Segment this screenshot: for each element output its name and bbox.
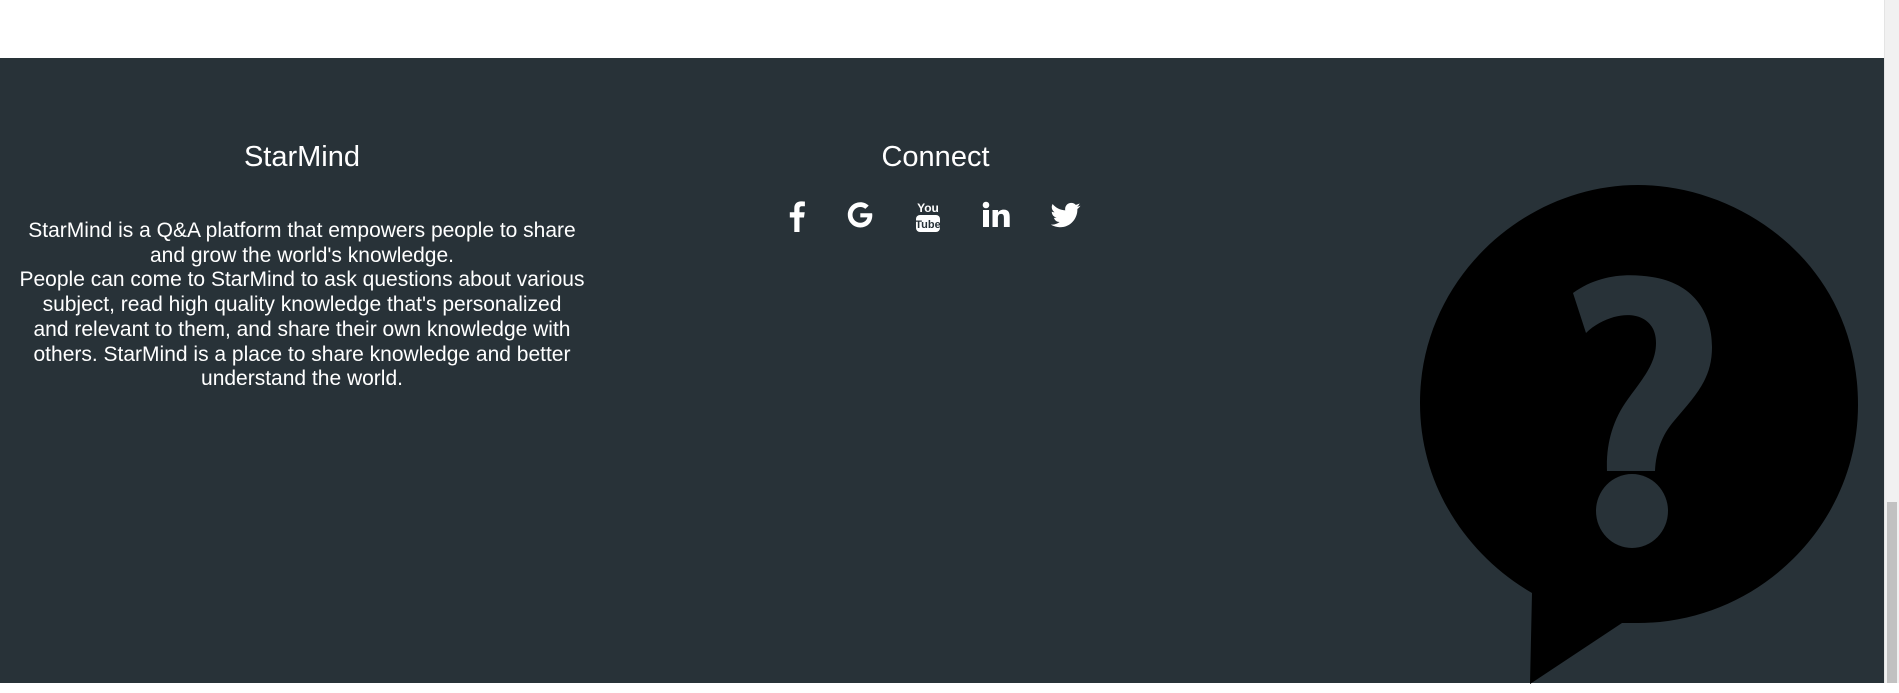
twitter-icon [1051,202,1081,228]
about-line: and relevant to them, and share their ow… [33,317,571,391]
about-section: StarMind StarMind is a Q&A platform that… [0,140,604,392]
google-link[interactable] [842,200,878,240]
svg-text:You: You [917,201,939,215]
google-icon [847,202,873,228]
facebook-link[interactable] [779,200,815,240]
youtube-link[interactable]: You Tube [910,200,946,240]
svg-text:Tube: Tube [915,219,940,231]
twitter-link[interactable] [1048,200,1084,240]
connect-section: Connect You Tube [778,140,1093,232]
scrollbar-thumb[interactable] [1887,502,1897,683]
social-links: You Tube [778,200,1093,240]
about-description: StarMind is a Q&A platform that empowers… [0,219,604,392]
question-bubble-icon [1418,183,1862,688]
about-line: StarMind is a Q&A platform that empowers… [28,219,576,267]
site-footer: StarMind StarMind is a Q&A platform that… [0,58,1884,684]
linkedin-link[interactable] [978,200,1014,240]
youtube-icon: You Tube [915,201,941,232]
linkedin-icon [982,201,1010,227]
facebook-icon [789,201,805,232]
connect-title: Connect [881,141,990,173]
page-viewport: StarMind StarMind is a Q&A platform that… [0,0,1884,684]
about-title: StarMind [243,141,361,173]
page-scrollbar[interactable] [1884,0,1899,683]
about-line: People can come to StarMind to ask quest… [19,268,585,317]
